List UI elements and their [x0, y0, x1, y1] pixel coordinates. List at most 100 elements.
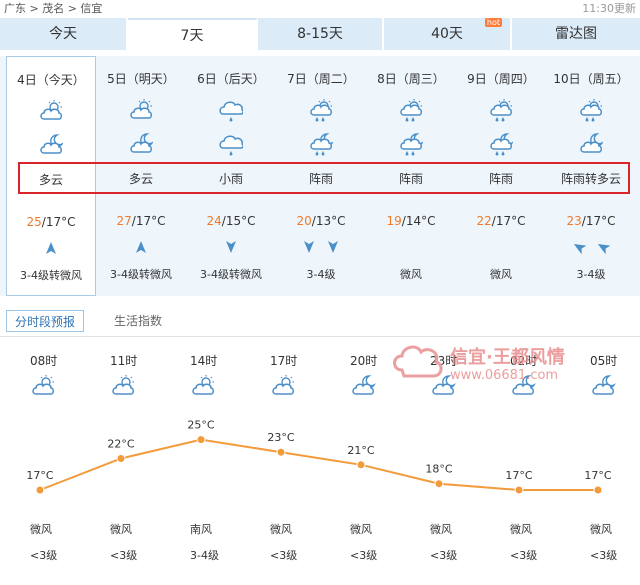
partly-cloudy-icon [129, 98, 153, 122]
day-column[interactable]: 6日（后天） 小雨 24/15°C 3-4级转微风 [186, 56, 276, 296]
hour-wind-level: <3级 [270, 549, 298, 562]
hour-wind-level: <3级 [110, 549, 138, 562]
hour-label: 14时 [190, 354, 218, 368]
hour-label: 05时 [590, 354, 618, 368]
north-wind-icon [44, 240, 58, 254]
day-low-temp: /17°C [131, 214, 166, 228]
day-label: 5日（明天） [107, 72, 175, 86]
day-temperature: 25/17°C [7, 215, 95, 229]
hourly-column: 20时微风 <3级 [350, 340, 410, 580]
day-label: 9日（周四） [467, 72, 535, 86]
day-low-temp: /15°C [221, 214, 256, 228]
light-rain-icon [219, 98, 244, 122]
south-wind-icon [302, 239, 316, 253]
day-high-temp: 23 [566, 214, 582, 228]
day-temperature: 24/15°C [186, 214, 276, 228]
day-column[interactable]: 10日（周五） 阵雨转多云 23/17°C 3-4级 [546, 56, 636, 296]
southeast-wind-icon [596, 239, 611, 255]
hour-wind: 微风 [30, 523, 52, 536]
hot-badge: hot [484, 18, 502, 27]
tab-40days-label: 40天 [431, 26, 463, 42]
day-low-temp: /17°C [41, 215, 76, 229]
light-rain-icon [219, 132, 244, 156]
hourly-column: 14时 南风 3-4级 [190, 340, 250, 580]
tab-today[interactable]: 今天 [0, 18, 128, 50]
seven-day-forecast: 4日（今天） 多云 25/17°C 3-4级转微风 5日（明天） 多云 27/17°C 3-4… [0, 56, 640, 296]
partly-cloudy-icon [190, 374, 216, 398]
day-temperature: 22/17°C [456, 214, 546, 228]
hour-label: 20时 [350, 354, 378, 368]
hour-label: 17时 [270, 354, 298, 368]
shower-icon [489, 98, 513, 122]
day-low-temp: /13°C [311, 214, 346, 228]
day-column[interactable]: 8日（周三） 阵雨 19/14°C 微风 [366, 56, 456, 296]
day-column[interactable]: 4日（今天） 多云 25/17°C 3-4级转微风 [6, 56, 96, 296]
hour-wind: 微风 [350, 523, 372, 536]
day-temperature: 19/14°C [366, 214, 456, 228]
day-condition: 阵雨转多云 [560, 172, 621, 186]
day-high-temp: 22 [476, 214, 492, 228]
day-temperature: 23/17°C [546, 214, 636, 228]
tab-7days-label: 7天 [180, 28, 204, 44]
tab-8-15days-label: 8-15天 [297, 26, 343, 42]
day-temperature: 27/17°C [96, 214, 186, 228]
hourly-column: 08时 微风 <3级 [30, 340, 90, 580]
hour-wind: 微风 [270, 523, 292, 536]
tab-40days[interactable]: 40天 hot [384, 18, 512, 50]
day-low-temp: /14°C [401, 214, 436, 228]
day-label: 7日（周二） [287, 72, 355, 86]
tab-life-index[interactable]: 生活指数 [106, 310, 170, 332]
day-column[interactable]: 9日（周四） 阵雨 22/17°C 微风 [456, 56, 546, 296]
hour-wind-level: <3级 [510, 549, 538, 562]
hour-wind: 微风 [510, 523, 532, 536]
day-wind-level: 3-4级转微风 [20, 269, 82, 282]
day-condition: 阵雨 [488, 172, 513, 186]
day-label: 10日（周五） [553, 72, 629, 86]
hour-label: 11时 [110, 354, 138, 368]
day-column[interactable]: 7日（周二） 阵雨 20/13°C 3-4级 [276, 56, 366, 296]
day-label: 8日（周三） [377, 72, 445, 86]
day-condition: 多云 [38, 173, 63, 187]
tab-8-15days[interactable]: 8-15天 [258, 18, 384, 50]
tab-hourly-forecast[interactable]: 分时段预报 [6, 310, 85, 332]
hour-wind-level: <3级 [430, 549, 458, 562]
shower-night-icon [489, 132, 514, 156]
tab-today-label: 今天 [49, 26, 77, 42]
forecast-tabs: 今天 7天 8-15天 40天 hot 雷达图 [0, 18, 640, 50]
hour-wind-level: <3级 [30, 549, 58, 562]
shower-night-icon [309, 132, 334, 156]
hourly-forecast: 17°C 22°C 25°C 23°C 21°C 18°C 17°C 17°C 08时 微风 <3… [0, 340, 640, 585]
partly-cloudy-night-icon [430, 374, 456, 398]
day-label: 6日（后天） [197, 72, 265, 86]
wind-direction [96, 239, 186, 255]
shower-icon [399, 98, 423, 122]
north-wind-icon [134, 239, 148, 253]
day-wind-level: 微风 [400, 268, 422, 281]
southeast-wind-icon [572, 239, 587, 255]
wind-direction [366, 239, 456, 255]
day-condition: 阵雨 [398, 172, 423, 186]
partly-cloudy-night-icon [39, 133, 64, 157]
day-column[interactable]: 5日（明天） 多云 27/17°C 3-4级转微风 [96, 56, 186, 296]
hour-wind-level: <3级 [350, 549, 378, 562]
tab-radar[interactable]: 雷达图 [512, 18, 640, 50]
day-high-temp: 20 [296, 214, 312, 228]
partly-cloudy-icon [110, 374, 136, 398]
hourly-column: 11时 微风 <3级 [110, 340, 170, 580]
tab-7days[interactable]: 7天 [128, 18, 258, 50]
partly-cloudy-icon [39, 99, 63, 123]
breadcrumb[interactable]: 广东 > 茂名 > 信宜 [4, 0, 102, 16]
partly-cloudy-night-icon [129, 132, 154, 156]
day-wind-level: 3-4级转微风 [110, 268, 172, 281]
south-wind-icon [326, 239, 340, 253]
shower-night-icon [399, 132, 424, 156]
south-wind-icon [224, 239, 238, 253]
wind-direction [546, 239, 636, 255]
day-high-temp: 25 [26, 215, 42, 229]
hour-wind-level: 3-4级 [190, 549, 219, 562]
partly-cloudy-icon [270, 374, 296, 398]
partly-cloudy-night-icon [350, 374, 376, 398]
day-low-temp: /17°C [491, 214, 526, 228]
hour-label: 23时 [430, 354, 458, 368]
hourly-column: 17时微风 <3级 [270, 340, 330, 580]
